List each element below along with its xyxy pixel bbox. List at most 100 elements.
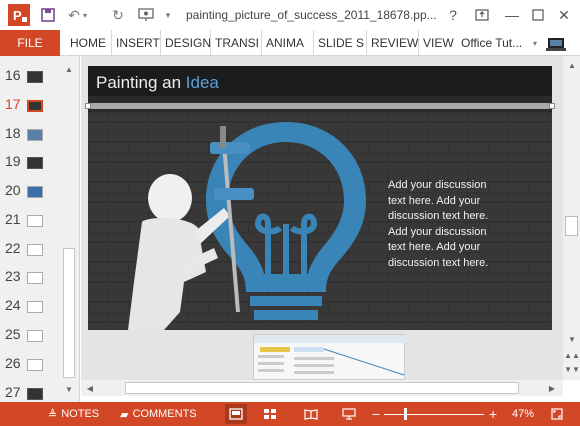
customize-toolbar-icon[interactable]: ▾	[162, 5, 174, 25]
account-name[interactable]: Office Tut...	[461, 30, 522, 56]
tab-file[interactable]: FILE	[0, 30, 60, 56]
zoom-slider[interactable]	[384, 402, 484, 426]
previous-slide-icon[interactable]: ▲▲	[564, 348, 580, 362]
slide-thumbnail[interactable]: 27	[0, 381, 62, 402]
slide-thumbnail[interactable]: 18	[0, 122, 62, 148]
slide-sorter-icon[interactable]	[259, 404, 281, 424]
slide-thumbnail-image	[27, 71, 43, 83]
slide-canvas: Painting an Idea Add your discussion tex…	[81, 56, 563, 380]
slide-number: 25	[5, 326, 21, 342]
slide-title-text: Painting an	[96, 73, 186, 92]
ribbon-display-options-button[interactable]	[472, 5, 492, 25]
slide-thumbnail[interactable]: 16	[0, 64, 62, 90]
redo-icon[interactable]: ↻	[108, 5, 128, 25]
notes-label: NOTES	[61, 408, 100, 420]
discussion-text-box[interactable]: Add your discussion text here. Add your …	[388, 178, 500, 271]
scroll-down-icon[interactable]: ▼	[62, 382, 76, 396]
scroll-up-icon[interactable]: ▲	[62, 62, 76, 76]
slide-thumbnail[interactable]: 25	[0, 323, 62, 349]
scrollbar-handle[interactable]	[63, 248, 75, 378]
tab-animations[interactable]: ANIMA	[261, 30, 308, 56]
inserted-screenshot-image[interactable]	[253, 334, 406, 380]
minimize-button[interactable]: —	[502, 5, 522, 25]
slide-number: 22	[5, 240, 21, 256]
maximize-button[interactable]	[528, 5, 548, 25]
save-icon[interactable]	[38, 5, 58, 25]
slide-thumbnail[interactable]: 23	[0, 265, 62, 291]
document-title: painting_picture_of_success_2011_18678.p…	[186, 8, 437, 22]
slide-thumbnail[interactable]: 24	[0, 294, 62, 320]
slide-thumbnail[interactable]: 19	[0, 150, 62, 176]
slide-thumbnail-image	[27, 100, 43, 112]
slide-show-icon[interactable]	[338, 404, 360, 424]
slide-number: 18	[5, 125, 21, 141]
slide-title-accent: Idea	[185, 73, 219, 92]
slide-thumbnail-active[interactable]: 17	[0, 93, 62, 119]
avatar[interactable]	[544, 31, 568, 55]
zoom-slider-thumb[interactable]	[404, 407, 407, 420]
slide-number: 19	[5, 153, 21, 169]
slide-thumbnail[interactable]: 26	[0, 352, 62, 378]
tab-insert[interactable]: INSERT	[111, 30, 164, 56]
reading-view-icon[interactable]	[300, 404, 322, 424]
slide-thumbnail-image	[27, 301, 43, 313]
slide[interactable]: Painting an Idea Add your discussion tex…	[85, 66, 555, 330]
scroll-left-icon[interactable]: ◀	[83, 381, 97, 395]
ribbon-tabs: FILE HOME INSERT DESIGN TRANSI ANIMA SLI…	[0, 30, 580, 56]
fit-slide-icon[interactable]	[546, 404, 568, 424]
slide-number: 24	[5, 297, 21, 313]
undo-dropdown-icon[interactable]: ▾	[80, 5, 90, 25]
zoom-level[interactable]: 47%	[512, 402, 534, 426]
slide-horizontal-scrollbar[interactable]: ◀ ▶	[81, 380, 563, 396]
tab-slide-show[interactable]: SLIDE S	[313, 30, 368, 56]
comments-button[interactable]: ▰ COMMENTS	[120, 402, 197, 426]
slide-number: 21	[5, 211, 21, 227]
slide-number: 17	[5, 96, 21, 112]
scroll-right-icon[interactable]: ▶	[545, 381, 559, 395]
slide-thumbnail-image	[27, 244, 43, 256]
slide-number: 27	[5, 384, 21, 400]
thumbnail-scrollbar[interactable]: ▲ ▼	[62, 62, 76, 396]
slide-vertical-scrollbar[interactable]: ▲ ▼ ▲▲ ▼▼	[563, 56, 580, 380]
selection-handle[interactable]	[85, 103, 91, 109]
scrollbar-handle[interactable]	[565, 216, 578, 236]
tab-view[interactable]: VIEW	[418, 30, 458, 56]
account-dropdown-icon[interactable]: ▾	[530, 33, 540, 53]
tab-home[interactable]: HOME	[65, 30, 110, 56]
slide-thumbnail-image	[27, 272, 43, 284]
slide-thumbnail-image	[27, 157, 43, 169]
notes-icon: ≜	[48, 408, 58, 421]
screenshot-preview	[254, 335, 406, 376]
comment-icon: ▰	[120, 408, 129, 421]
notes-button[interactable]: ≜ NOTES	[48, 402, 99, 426]
close-button[interactable]: ✕	[554, 5, 574, 25]
selection-handle[interactable]	[549, 103, 555, 109]
title-divider-bar[interactable]	[88, 103, 552, 109]
slide-thumbnail-image	[27, 388, 43, 400]
present-icon[interactable]	[136, 5, 156, 25]
zoom-out-button[interactable]: −	[372, 402, 380, 426]
zoom-in-button[interactable]: +	[489, 402, 497, 426]
slide-thumbnail-image	[27, 129, 43, 141]
normal-view-icon[interactable]	[225, 404, 247, 424]
slide-title[interactable]: Painting an Idea	[96, 73, 219, 93]
comments-label: COMMENTS	[132, 408, 197, 420]
slide-thumbnail[interactable]: 20	[0, 179, 62, 205]
scroll-up-icon[interactable]: ▲	[565, 58, 579, 72]
slide-thumbnail[interactable]: 22	[0, 237, 62, 263]
scrollbar-handle[interactable]	[125, 382, 519, 394]
svg-text:P: P	[13, 8, 22, 23]
help-button[interactable]: ?	[443, 5, 463, 25]
slide-number: 23	[5, 268, 21, 284]
slide-header: Painting an Idea	[88, 66, 552, 96]
next-slide-icon[interactable]: ▼▼	[564, 362, 580, 376]
slide-thumbnail-image	[27, 359, 43, 371]
tab-design[interactable]: DESIGN	[160, 30, 215, 56]
scroll-down-icon[interactable]: ▼	[565, 332, 579, 346]
tab-transitions[interactable]: TRANSI	[210, 30, 263, 56]
slide-thumbnail[interactable]: 21	[0, 208, 62, 234]
tab-review[interactable]: REVIEW	[366, 30, 422, 56]
slide-thumbnail-image	[27, 330, 43, 342]
title-bar: P ↶ ▾ ↻ ▾ painting_picture_of_success_20…	[0, 0, 580, 30]
powerpoint-logo-icon: P	[8, 4, 30, 26]
